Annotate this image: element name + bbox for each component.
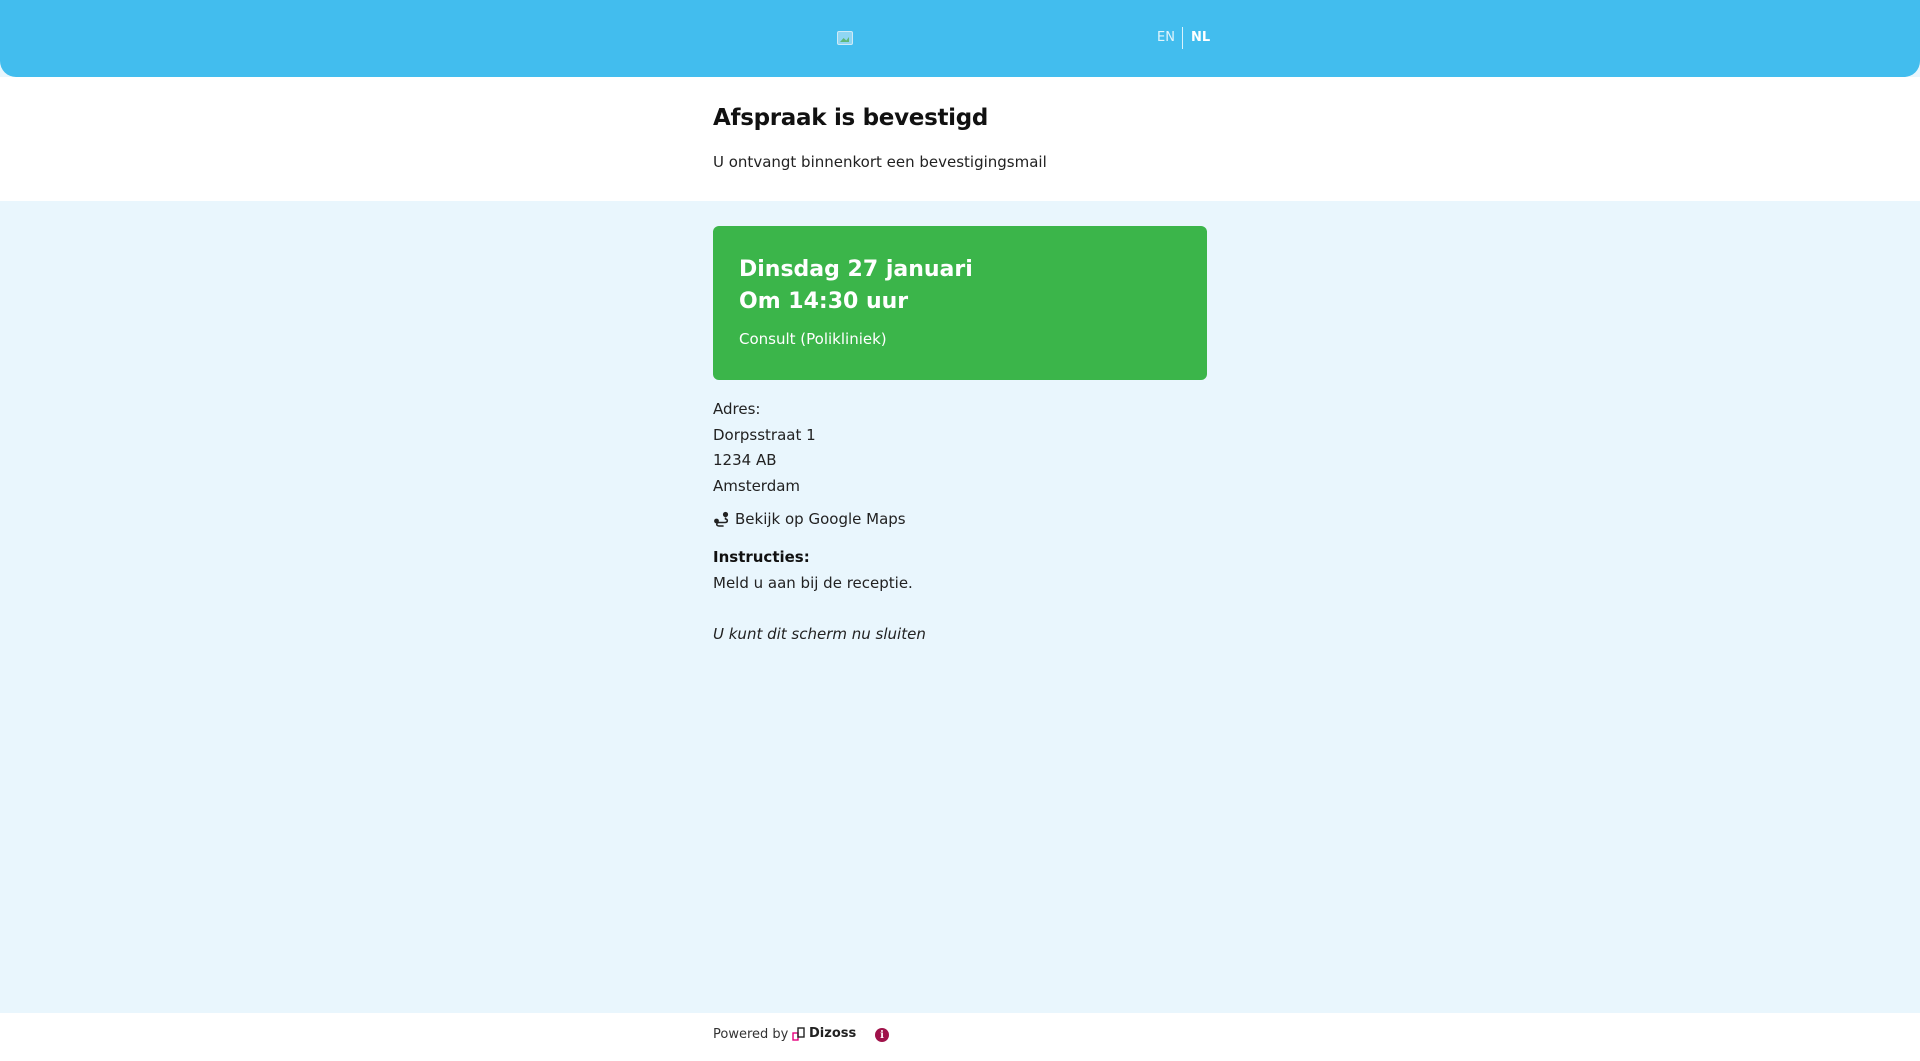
dizoss-logo[interactable]: Dizoss bbox=[792, 1026, 856, 1041]
close-screen-note: U kunt dit scherm nu sluiten bbox=[713, 625, 926, 643]
dizoss-logo-icon bbox=[792, 1026, 805, 1041]
language-divider bbox=[1182, 27, 1183, 49]
top-header: EN NL bbox=[0, 0, 1920, 77]
address-postcode: 1234 AB bbox=[713, 451, 777, 469]
info-icon[interactable]: i bbox=[875, 1028, 889, 1042]
address-label: Adres: bbox=[713, 400, 761, 418]
language-en-link[interactable]: EN bbox=[1157, 30, 1175, 46]
logo-broken-image-icon bbox=[837, 31, 853, 45]
powered-by-label: Powered by bbox=[713, 1027, 789, 1042]
appointment-type: Consult (Polikliniek) bbox=[739, 330, 887, 348]
language-nl-link[interactable]: NL bbox=[1191, 30, 1210, 46]
instructions-label: Instructies: bbox=[713, 548, 810, 566]
footer: Powered by Dizoss i bbox=[0, 1013, 1920, 1061]
route-icon bbox=[714, 511, 729, 527]
google-maps-label: Bekijk op Google Maps bbox=[735, 510, 906, 528]
page-title: Afspraak is bevestigd bbox=[713, 105, 989, 131]
appointment-card: Dinsdag 27 januari Om 14:30 uur Consult … bbox=[713, 226, 1207, 380]
address-city: Amsterdam bbox=[713, 477, 801, 495]
address-street: Dorpsstraat 1 bbox=[713, 426, 816, 444]
appointment-time: Om 14:30 uur bbox=[739, 289, 909, 314]
dizoss-brand-name: Dizoss bbox=[809, 1026, 857, 1041]
appointment-date: Dinsdag 27 januari bbox=[739, 257, 973, 282]
confirmation-subtitle: U ontvangt binnenkort een bevestigingsma… bbox=[713, 153, 1047, 171]
google-maps-link[interactable]: Bekijk op Google Maps bbox=[713, 510, 906, 528]
confirmation-panel: Afspraak is bevestigd U ontvangt binnenk… bbox=[0, 77, 1920, 201]
instructions-text: Meld u aan bij de receptie. bbox=[713, 574, 913, 592]
